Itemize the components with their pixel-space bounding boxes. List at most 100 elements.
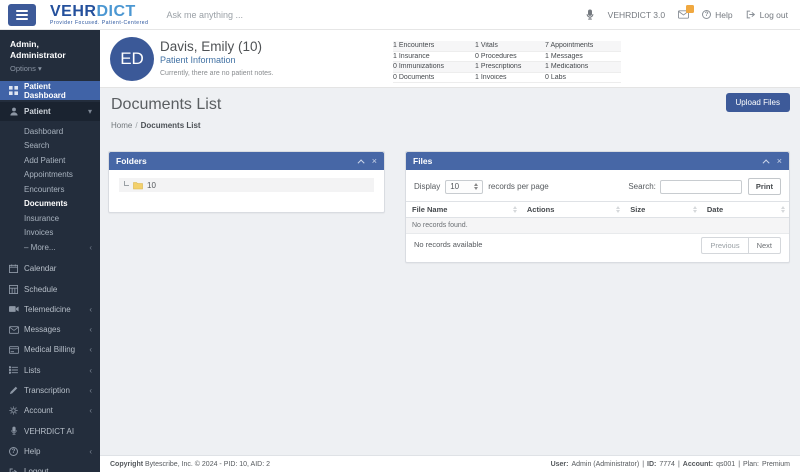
tree-branch-icon [124, 181, 129, 186]
sidebar-item-logout[interactable]: Logout [0, 462, 100, 472]
display-label: Display [414, 182, 440, 191]
sidebar-item-patient[interactable]: Patient ▾ [0, 102, 100, 121]
stat-documents[interactable]: 0 Documents [393, 74, 475, 81]
chevron-left-icon: ‹ [89, 305, 92, 314]
stat-messages[interactable]: 1 Messages [545, 53, 621, 60]
submenu-item-invoices[interactable]: Invoices [0, 226, 100, 241]
sidebar-item-patient-dashboard[interactable]: Patient Dashboard [0, 81, 100, 100]
sidebar-item-calendar[interactable]: Calendar [0, 259, 100, 279]
sidebar-user-block: Admin, Administrator Options ▾ [0, 30, 100, 81]
sidebar-item-schedule[interactable]: Schedule [0, 279, 100, 299]
ask-me-anything-input[interactable] [166, 10, 584, 20]
sidebar-item-transcription[interactable]: Transcription‹ [0, 380, 100, 400]
patient-avatar: ED [110, 37, 154, 81]
sort-icon [513, 206, 517, 213]
patient-information-link[interactable]: Patient Information [160, 55, 236, 65]
empty-row-message: No records found. [406, 218, 789, 234]
patient-submenu: Dashboard Search Add Patient Appointment… [0, 121, 100, 259]
gear-icon [8, 406, 19, 415]
submenu-item-add-patient[interactable]: Add Patient [0, 153, 100, 168]
submenu-item-search[interactable]: Search [0, 139, 100, 154]
submenu-item-dashboard[interactable]: Dashboard [0, 124, 100, 139]
top-header: VEHRDICT Provider Focused. Patient-Cente… [0, 0, 800, 30]
folder-tree-item[interactable]: 10 [119, 178, 374, 192]
upload-files-button[interactable]: Upload Files [726, 93, 790, 112]
sign-out-icon [8, 468, 19, 472]
submenu-item-more[interactable]: – More...‹ [0, 240, 100, 255]
folders-panel: Folders × 10 [108, 151, 385, 213]
logo-text-primary: VEHR [50, 3, 96, 20]
sidebar-item-help[interactable]: ? Help‹ [0, 441, 100, 461]
page-title: Documents List [111, 96, 221, 114]
close-panel-icon[interactable]: × [777, 157, 782, 166]
user-options-dropdown[interactable]: Options ▾ [10, 64, 90, 73]
help-label: Help [715, 10, 732, 20]
user-name-line1: Admin, [10, 39, 90, 50]
stat-invoices[interactable]: 1 Invoices [475, 74, 545, 81]
app-logo[interactable]: VEHRDICT Provider Focused. Patient-Cente… [50, 4, 148, 26]
stat-prescriptions[interactable]: 1 Prescriptions [475, 63, 545, 70]
sidebar-item-medical-billing[interactable]: Medical Billing‹ [0, 340, 100, 360]
chevron-left-icon: ‹ [89, 325, 92, 334]
sidebar: Admin, Administrator Options ▾ Patient D… [0, 30, 100, 472]
page-size-select[interactable]: 10 [445, 180, 483, 194]
breadcrumb-home-link[interactable]: Home [111, 121, 132, 130]
close-panel-icon[interactable]: × [372, 157, 377, 166]
footer: Copyright Bytescribe, Inc. © 2024 - PID:… [100, 455, 800, 472]
collapse-panel-icon[interactable] [762, 159, 769, 166]
column-header-file-name[interactable]: File Name [406, 202, 521, 218]
chevron-left-icon: ‹ [89, 447, 92, 456]
submenu-item-encounters[interactable]: Encounters [0, 182, 100, 197]
sidebar-item-account[interactable]: Account‹ [0, 401, 100, 421]
files-search-input[interactable] [660, 180, 742, 194]
patient-name: Davis, Emily (10) [160, 39, 262, 54]
calendar-icon [8, 264, 19, 273]
submenu-item-appointments[interactable]: Appointments [0, 168, 100, 183]
files-table-controls: Display 10 records per page Search: Prin… [406, 170, 789, 201]
records-per-page-label: records per page [488, 182, 548, 191]
sidebar-toggle-button[interactable] [8, 4, 36, 26]
chevron-left-icon: ‹ [89, 345, 92, 354]
pencil-icon [8, 386, 19, 395]
pagination: Previous Next [701, 237, 781, 254]
messages-envelope-icon[interactable] [678, 10, 689, 19]
folder-icon [133, 181, 143, 190]
chevron-left-icon: ‹ [89, 386, 92, 395]
stat-procedures[interactable]: 0 Procedures [475, 53, 545, 60]
sidebar-item-messages[interactable]: Messages‹ [0, 319, 100, 339]
stat-medications[interactable]: 1 Medications [545, 63, 621, 70]
stat-appointments[interactable]: 7 Appointments [545, 42, 621, 49]
microphone-icon[interactable] [585, 9, 595, 21]
stat-insurance[interactable]: 1 Insurance [393, 53, 475, 60]
logout-button[interactable]: Log out [746, 10, 788, 20]
collapse-panel-icon[interactable] [357, 159, 364, 166]
stat-labs[interactable]: 0 Labs [545, 74, 621, 81]
session-info: User:Admin (Administrator) | ID:7774 | A… [551, 461, 790, 468]
column-header-size[interactable]: Size [624, 202, 701, 218]
sort-icon [781, 206, 785, 213]
next-page-button[interactable]: Next [748, 237, 781, 254]
logo-text-secondary: DICT [96, 3, 135, 20]
submenu-item-insurance[interactable]: Insurance [0, 211, 100, 226]
files-panel: Files × Display 10 records per page [405, 151, 790, 263]
version-label: VEHRDICT 3.0 [608, 10, 665, 20]
select-spinner-icon [474, 183, 478, 190]
copyright-text: Copyright Bytescribe, Inc. © 2024 - PID:… [110, 461, 270, 468]
sidebar-item-label: Patient [24, 107, 51, 116]
print-button[interactable]: Print [748, 178, 781, 195]
submenu-item-documents[interactable]: Documents [0, 197, 100, 212]
previous-page-button[interactable]: Previous [701, 237, 747, 254]
credit-card-icon [8, 346, 19, 354]
help-icon: ? [702, 10, 711, 19]
sidebar-item-lists[interactable]: Lists‹ [0, 360, 100, 380]
table-icon [8, 285, 19, 294]
help-button[interactable]: ? Help [702, 10, 732, 20]
files-panel-title: Files [413, 156, 432, 166]
sidebar-item-vehrdict-ai[interactable]: VEHRDICT AI [0, 421, 100, 441]
sidebar-item-telemedicine[interactable]: Telemedicine‹ [0, 299, 100, 319]
stat-immunizations[interactable]: 0 Immunizations [393, 63, 475, 70]
stat-encounters[interactable]: 1 Encounters [393, 42, 475, 49]
stat-vitals[interactable]: 1 Vitals [475, 42, 545, 49]
column-header-date[interactable]: Date [701, 202, 789, 218]
column-header-actions[interactable]: Actions [521, 202, 624, 218]
